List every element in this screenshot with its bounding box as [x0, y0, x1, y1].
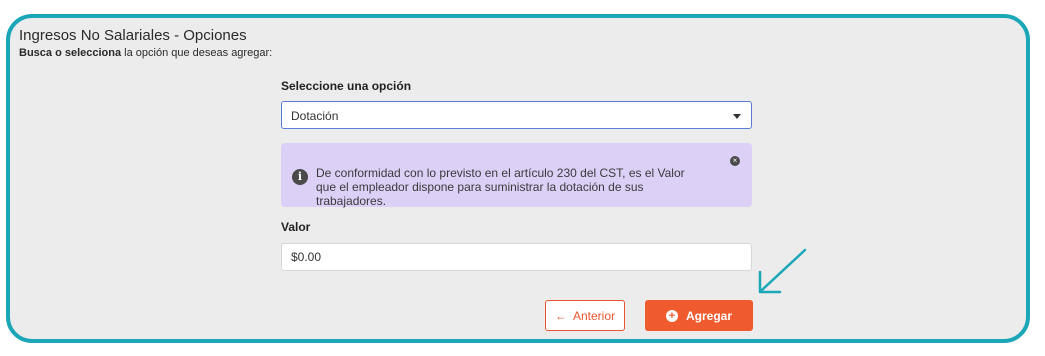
- value-label: Valor: [281, 220, 311, 234]
- subtitle-text: la opción que deseas agregar:: [121, 47, 273, 59]
- select-value: Dotación: [291, 109, 339, 123]
- add-label: Agregar: [685, 308, 732, 323]
- previous-button[interactable]: ← Anterior: [545, 300, 625, 331]
- info-icon: i: [292, 169, 308, 185]
- panel-title: Ingresos No Salariales - Opciones: [19, 27, 247, 44]
- previous-label: Anterior: [572, 308, 616, 323]
- option-select[interactable]: Dotación: [281, 101, 752, 129]
- arrow-left-icon: ←: [554, 308, 567, 323]
- chevron-down-icon: [733, 114, 741, 119]
- plus-circle-icon: +: [665, 309, 678, 322]
- value-input[interactable]: [281, 243, 752, 271]
- add-button[interactable]: + Agregar: [645, 300, 753, 331]
- pointer-arrow-icon: [758, 248, 807, 294]
- info-alert: i De conformidad con lo previsto en el a…: [281, 143, 752, 208]
- panel-subtitle: Busca o selecciona la opción que deseas …: [19, 47, 272, 59]
- subtitle-bold: Busca o selecciona: [19, 47, 122, 59]
- alert-text: De conformidad con lo previsto en el art…: [316, 166, 685, 208]
- close-icon[interactable]: ×: [730, 156, 740, 166]
- select-label: Seleccione una opción: [281, 79, 412, 93]
